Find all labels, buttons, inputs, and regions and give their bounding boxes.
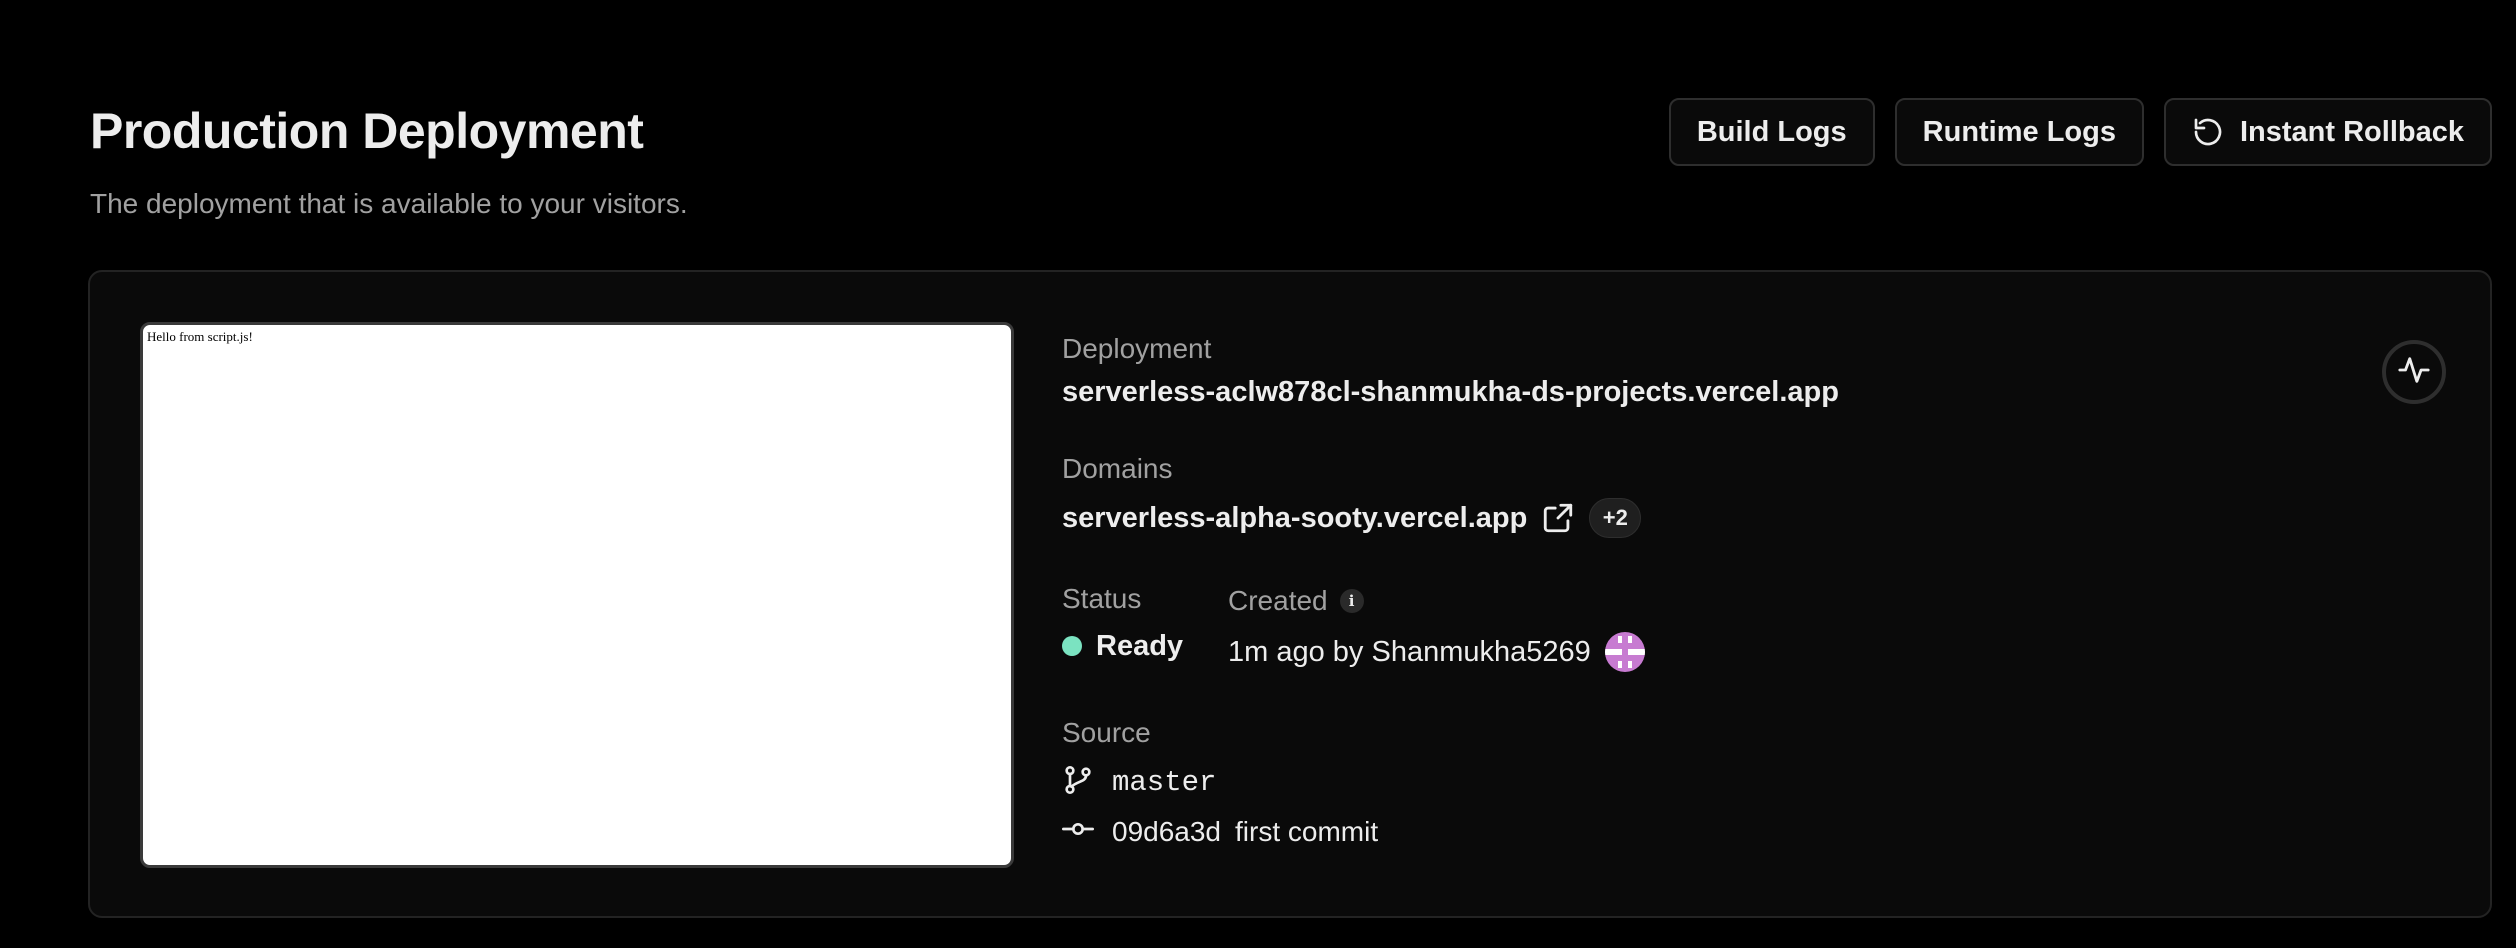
status-value: Ready — [1096, 630, 1184, 662]
git-branch-icon — [1062, 764, 1094, 801]
branch-row: master — [1062, 764, 1762, 801]
page-title: Production Deployment — [90, 103, 644, 159]
created-label: Created — [1228, 585, 1328, 616]
commit-message: first commit — [1235, 815, 1379, 847]
page: Production Deployment The deployment tha… — [0, 0, 2516, 948]
created-label-row: Created i — [1228, 584, 1928, 618]
created-value: 1m ago by Shanmukha5269 — [1228, 636, 1591, 668]
domains-label: Domains — [1062, 453, 1173, 484]
git-commit-icon — [1062, 813, 1094, 850]
instant-rollback-label: Instant Rollback — [2240, 115, 2464, 148]
created-row: 1m ago by Shanmukha5269 — [1228, 632, 1928, 672]
more-domains-badge[interactable]: +2 — [1589, 498, 1642, 538]
runtime-logs-button[interactable]: Runtime Logs — [1894, 98, 2144, 166]
activity-icon — [2397, 353, 2431, 392]
info-icon[interactable]: i — [1339, 589, 1364, 613]
deployment-section: Deployment serverless-aclw878cl-shanmukh… — [1062, 332, 2062, 410]
avatar[interactable] — [1604, 632, 1645, 672]
runtime-logs-label: Runtime Logs — [1922, 115, 2116, 148]
activity-monitor-button[interactable] — [2382, 340, 2446, 404]
build-logs-label: Build Logs — [1696, 115, 1847, 148]
preview-text: Hello from script.js! — [147, 329, 253, 344]
source-label: Source — [1062, 717, 1151, 748]
external-link-icon[interactable] — [1541, 501, 1575, 535]
branch-name-link[interactable]: master — [1112, 766, 1216, 799]
deployment-label: Deployment — [1062, 333, 1212, 364]
created-section: Created i 1m ago by Shanmukha5269 — [1228, 584, 1928, 672]
deployment-card: Hello from script.js! Deployment serverl… — [88, 270, 2492, 918]
source-section: Source master 09d6a3d first commit — [1062, 716, 1762, 850]
instant-rollback-button[interactable]: Instant Rollback — [2164, 98, 2492, 166]
domains-row: serverless-alpha-sooty.vercel.app +2 — [1062, 498, 2062, 538]
primary-domain-link[interactable]: serverless-alpha-sooty.vercel.app — [1062, 500, 1527, 536]
deployment-url-link[interactable]: serverless-aclw878cl-shanmukha-ds-projec… — [1062, 374, 2062, 410]
status-dot — [1062, 636, 1082, 656]
build-logs-button[interactable]: Build Logs — [1668, 98, 1875, 166]
commit-hash-link[interactable]: 09d6a3d — [1112, 816, 1221, 848]
rollback-icon — [2192, 116, 2224, 148]
header-actions: Build Logs Runtime Logs Instant Rollback — [1668, 98, 2492, 166]
commit-row: 09d6a3d first commit — [1062, 813, 1762, 850]
page-subtitle: The deployment that is available to your… — [90, 188, 688, 219]
deployment-preview[interactable]: Hello from script.js! — [140, 322, 1014, 868]
domains-section: Domains serverless-alpha-sooty.vercel.ap… — [1062, 452, 2062, 538]
